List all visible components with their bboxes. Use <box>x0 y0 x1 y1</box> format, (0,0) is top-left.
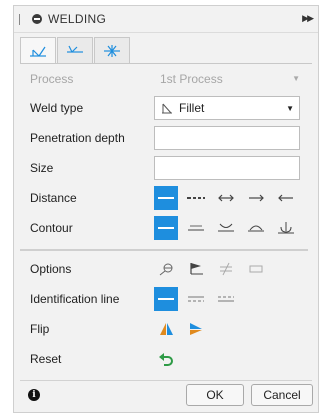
flip-horizontal-icon <box>160 323 173 335</box>
search-option-button[interactable] <box>154 257 178 281</box>
search-weld-icon <box>159 263 173 276</box>
distance-label: Distance <box>30 191 77 205</box>
tab-divider <box>20 63 312 64</box>
reset-options <box>154 347 178 371</box>
penetration-depth-row: Penetration depth <box>30 125 318 151</box>
options-label: Options <box>30 262 72 276</box>
id-line-solid-button[interactable] <box>154 287 178 311</box>
section-divider <box>20 249 308 251</box>
process-select: 1st Process ▼ <box>160 72 300 86</box>
arrow-right-button[interactable] <box>244 186 268 210</box>
process-row: Process 1st Process ▼ <box>30 66 318 92</box>
panel-title: WELDING <box>48 12 107 26</box>
arrow-left-icon <box>278 194 293 202</box>
undo-arrow-icon <box>159 353 173 366</box>
ok-button[interactable]: OK <box>186 384 244 406</box>
contour-options <box>154 216 298 240</box>
all-around-button[interactable] <box>214 257 238 281</box>
flip-label: Flip <box>30 322 50 336</box>
identification-line-row: Identification line <box>30 286 318 312</box>
solid-line-icon <box>158 298 174 300</box>
size-label: Size <box>30 161 54 175</box>
size-row: Size <box>30 155 318 181</box>
flip-vertical-button[interactable] <box>184 317 208 341</box>
process-value: 1st Process <box>160 72 223 86</box>
flip-row: Flip <box>30 316 318 342</box>
both-sides-weld-icon <box>104 44 120 57</box>
groove-weld-tab[interactable] <box>57 37 93 63</box>
flip-vertical-icon <box>190 323 202 335</box>
drag-grip-icon[interactable] <box>19 13 22 25</box>
welding-panel: WELDING ▶▶ Process 1st Process ▼ Weld ty… <box>13 5 319 413</box>
expand-panel-icon[interactable]: ▶▶ <box>302 13 314 24</box>
contour-convex-button[interactable] <box>244 216 268 240</box>
distance-row: Distance <box>30 185 318 211</box>
penetration-depth-input[interactable] <box>154 126 300 150</box>
identification-line-label: Identification line <box>30 292 120 306</box>
size-input[interactable] <box>154 156 300 180</box>
solid-line-button[interactable] <box>154 186 178 210</box>
contour-none-button[interactable] <box>154 216 178 240</box>
contour-concave-button[interactable] <box>214 216 238 240</box>
penetration-depth-label: Penetration depth <box>30 131 125 145</box>
reset-button[interactable] <box>154 347 178 371</box>
convex-icon <box>248 225 264 232</box>
id-line-dashed-below-button[interactable] <box>184 287 208 311</box>
weld-type-value: Fillet <box>179 101 205 115</box>
info-icon[interactable]: i <box>28 389 40 401</box>
weld-type-row: Weld type Fillet ▼ <box>30 95 318 121</box>
both-sides-weld-tab[interactable] <box>94 37 130 63</box>
fillet-weld-icon <box>30 46 46 57</box>
solid-line-icon <box>158 197 174 199</box>
options-row: Options <box>30 256 318 282</box>
contour-row: Contour <box>30 215 318 241</box>
tail-button[interactable] <box>244 257 268 281</box>
weld-type-label: Weld type <box>30 101 84 115</box>
arrow-left-button[interactable] <box>274 186 298 210</box>
double-arrow-button[interactable] <box>214 186 238 210</box>
field-weld-button[interactable] <box>184 257 208 281</box>
collapse-icon[interactable] <box>32 14 42 24</box>
identification-line-options <box>154 287 238 311</box>
process-label: Process <box>30 72 74 86</box>
fillet-weld-tab[interactable] <box>20 37 56 63</box>
weld-tabs <box>20 37 131 63</box>
id-line-dashed-above-button[interactable] <box>214 287 238 311</box>
groove-weld-icon <box>67 45 83 53</box>
reset-row: Reset <box>30 346 318 372</box>
cancel-button[interactable]: Cancel <box>251 384 313 406</box>
flip-options <box>154 317 208 341</box>
footer-divider <box>20 380 312 381</box>
reset-label: Reset <box>30 352 62 366</box>
flip-horizontal-button[interactable] <box>154 317 178 341</box>
chevron-down-icon: ▼ <box>292 74 300 83</box>
none-icon <box>158 227 174 229</box>
contour-grind-button[interactable] <box>274 216 298 240</box>
dashed-line-button[interactable] <box>184 186 208 210</box>
grind-icon <box>278 222 294 234</box>
rectangle-icon <box>249 265 263 273</box>
dashed-above-icon <box>218 296 234 302</box>
distance-options <box>154 186 298 210</box>
arrow-right-icon <box>249 194 264 202</box>
options-icons <box>154 257 268 281</box>
flat-icon <box>188 225 204 231</box>
chevron-down-icon: ▼ <box>286 104 294 113</box>
all-around-icon <box>220 262 232 276</box>
fillet-icon <box>162 103 172 114</box>
weld-type-dropdown[interactable]: Fillet ▼ <box>154 96 300 120</box>
double-arrow-icon <box>218 194 234 202</box>
dashed-below-icon <box>188 296 204 302</box>
contour-label: Contour <box>30 221 73 235</box>
panel-titlebar: WELDING ▶▶ <box>14 6 318 33</box>
dashed-line-icon <box>187 197 205 199</box>
flag-icon <box>190 263 203 275</box>
concave-icon <box>218 223 234 232</box>
contour-flat-button[interactable] <box>184 216 208 240</box>
